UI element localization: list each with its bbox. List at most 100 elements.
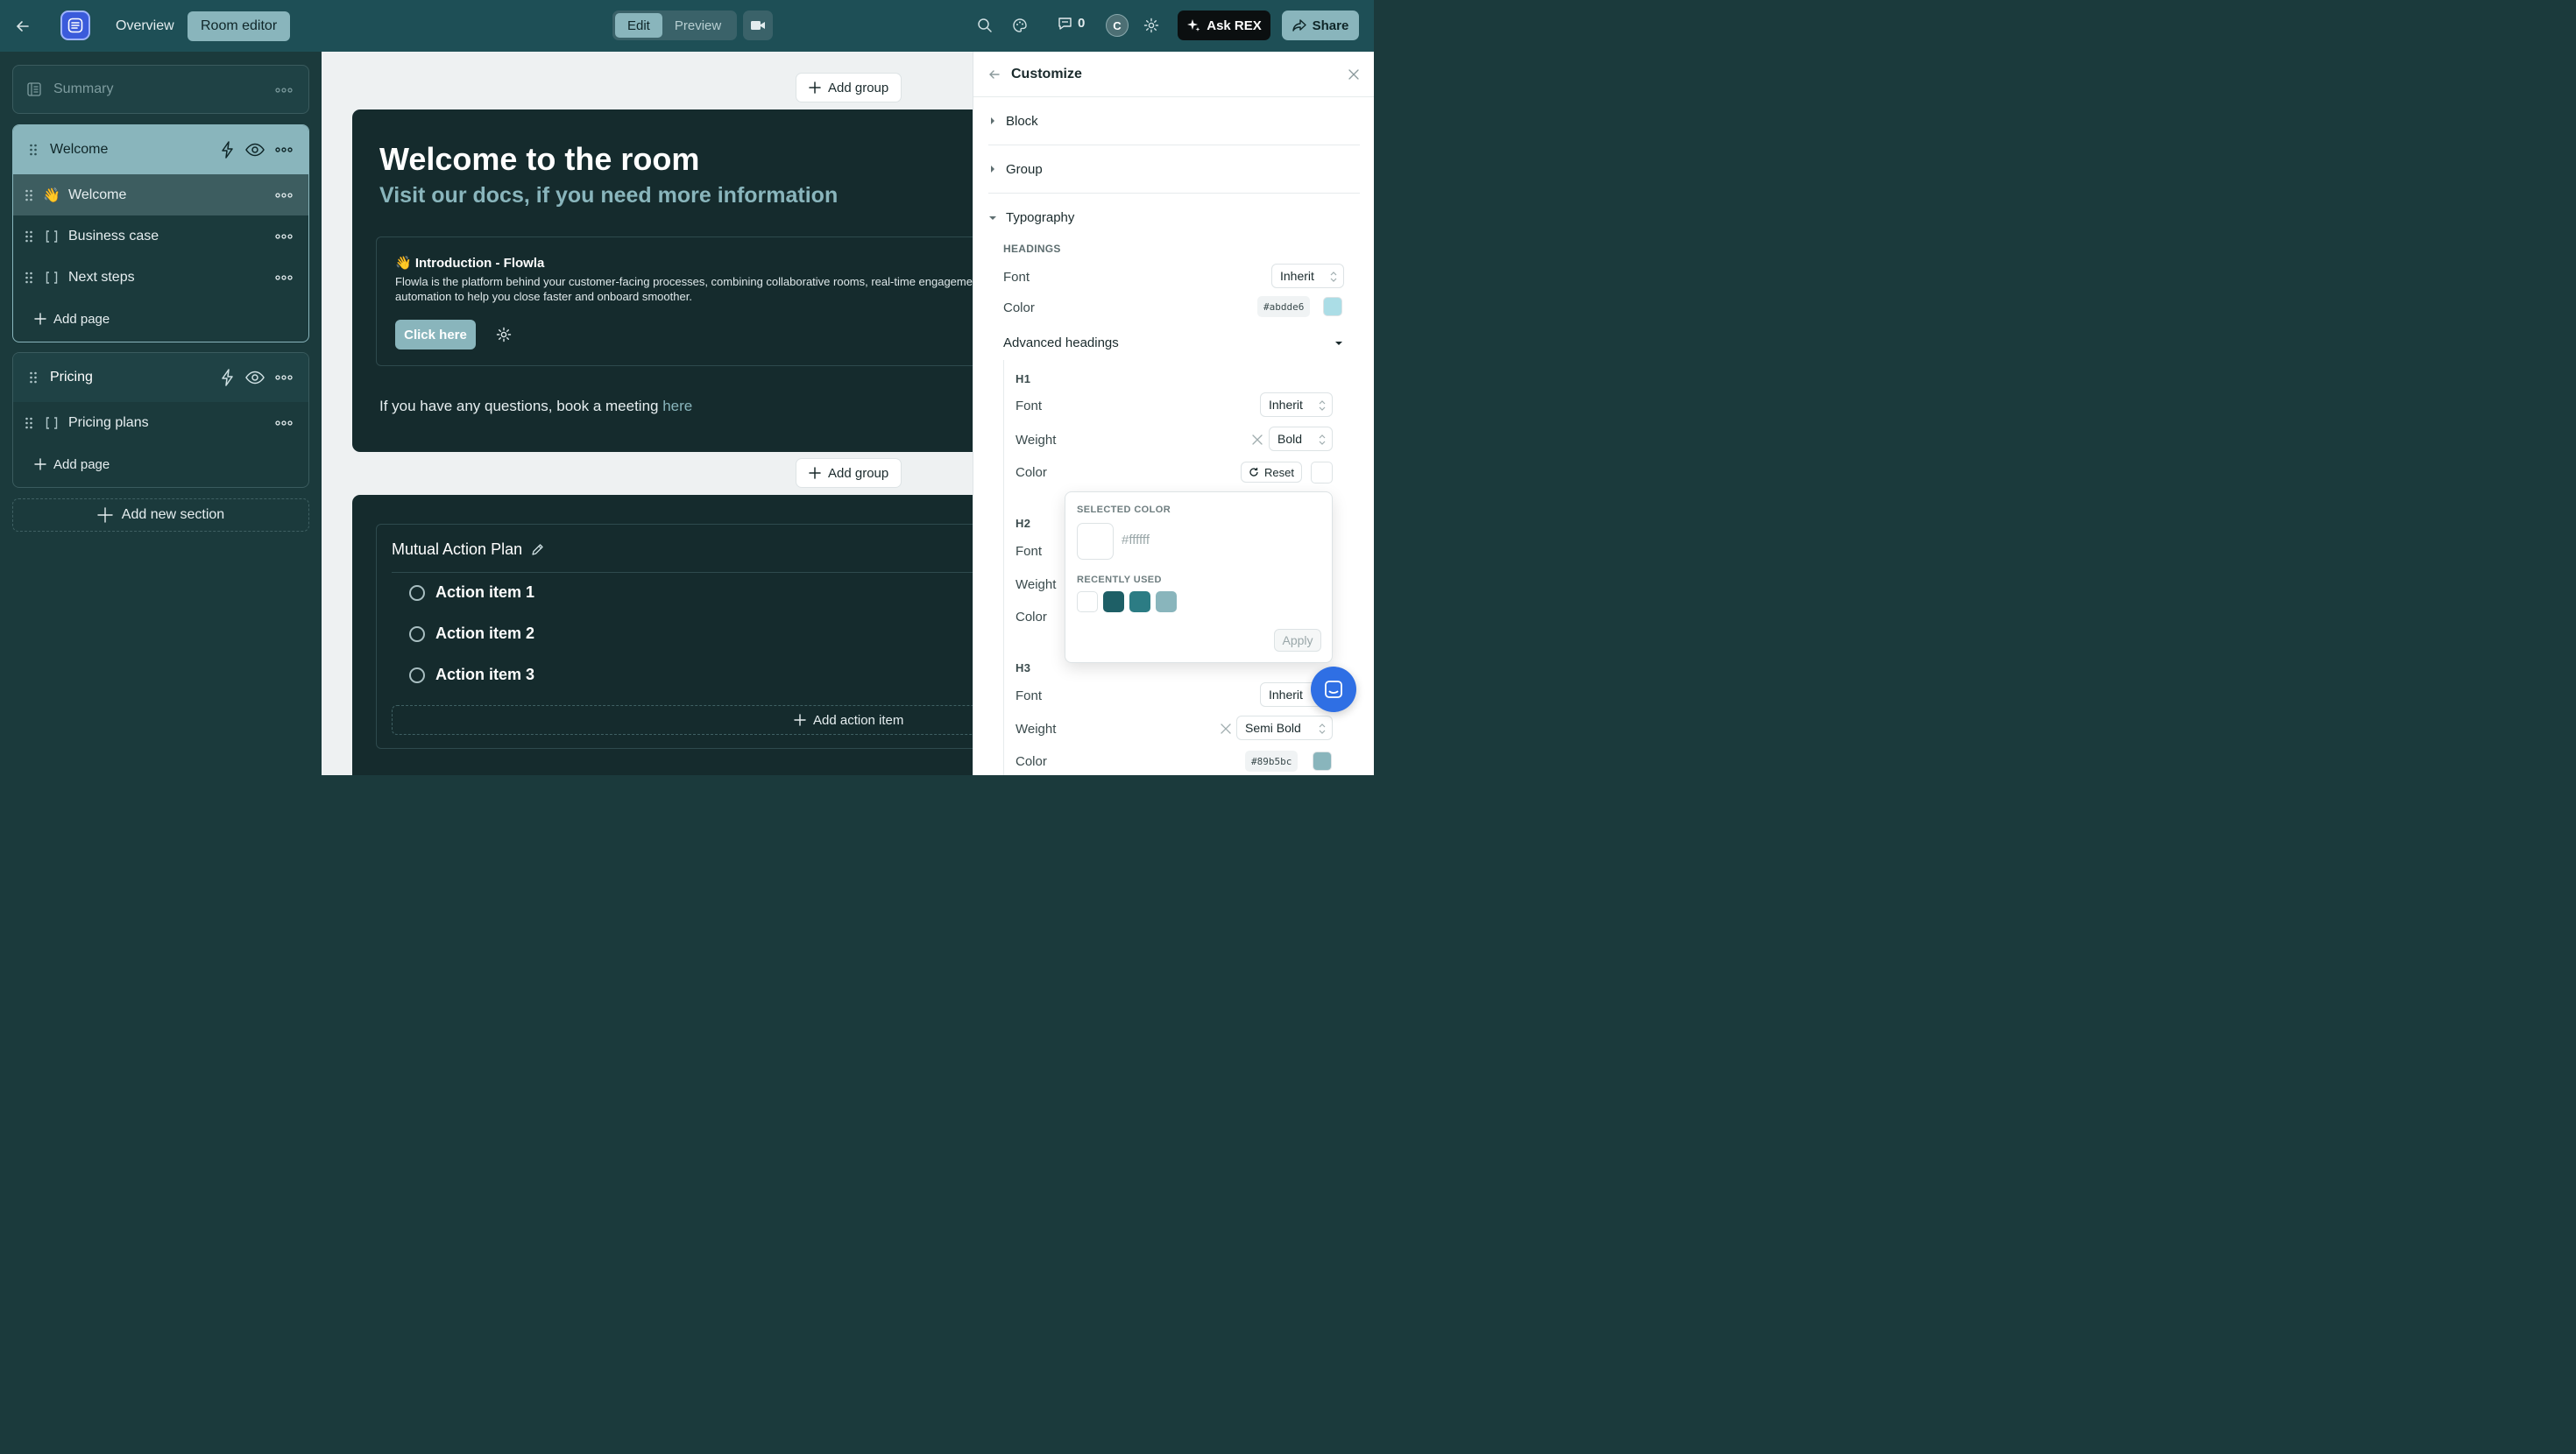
avatar[interactable]: C [1106, 14, 1129, 37]
sidebar-page-welcome[interactable]: 👋 Welcome [13, 174, 308, 215]
accordion-typography[interactable]: Typography [988, 194, 1360, 242]
section-header-pricing[interactable]: Pricing [13, 353, 308, 402]
collapse-arrow-icon[interactable] [988, 68, 1001, 81]
font-label: Font [1016, 399, 1043, 413]
close-icon[interactable] [1348, 69, 1359, 80]
recent-color-swatch[interactable] [1129, 591, 1150, 612]
welcome-group[interactable]: Welcome to the room Visit our docs, if y… [352, 109, 973, 452]
add-group-button[interactable]: Add group [796, 73, 902, 102]
recent-color-swatch[interactable] [1156, 591, 1177, 612]
app-logo[interactable] [60, 11, 90, 40]
search-icon[interactable] [976, 17, 994, 34]
action-checkbox[interactable] [409, 625, 425, 642]
weight-label: Weight [1016, 722, 1057, 737]
mode-toggle: Edit Preview [612, 11, 737, 40]
section-header-welcome[interactable]: Welcome [13, 125, 308, 174]
edit-mode-button[interactable]: Edit [615, 13, 662, 38]
ask-rex-label: Ask REX [1207, 18, 1262, 33]
chevron-down-icon[interactable] [1334, 339, 1343, 348]
click-here-button[interactable]: Click here [395, 320, 476, 349]
h1-weight-select[interactable]: Bold [1269, 427, 1333, 451]
comment-icon [1058, 17, 1072, 31]
more-dots-icon[interactable] [275, 374, 293, 381]
sidebar-page-next-steps[interactable]: Next steps [13, 257, 308, 298]
lightning-icon[interactable] [219, 141, 237, 159]
action-checkbox[interactable] [409, 584, 425, 601]
more-dots-icon[interactable] [275, 233, 293, 240]
h1-font-select[interactable]: Inherit [1260, 392, 1333, 417]
drag-handle-icon[interactable] [29, 143, 38, 157]
clear-icon[interactable] [1252, 434, 1263, 445]
clear-icon[interactable] [1221, 723, 1231, 734]
share-button[interactable]: Share [1282, 11, 1359, 40]
headings-color-swatch[interactable] [1323, 297, 1342, 316]
h3-weight-select[interactable]: Semi Bold [1236, 716, 1333, 740]
drag-handle-icon[interactable] [25, 271, 33, 285]
back-arrow-icon[interactable] [14, 18, 32, 35]
h3-color-hex[interactable]: #89b5bc [1245, 751, 1299, 772]
drag-handle-icon[interactable] [25, 416, 33, 430]
action-label: Action item 1 [435, 583, 535, 601]
more-dots-icon[interactable] [275, 146, 293, 153]
intro-title: 👋 Introduction - Flowla [395, 256, 545, 271]
sidebar-summary[interactable]: Summary [12, 65, 309, 114]
comments-button[interactable]: 0 [1058, 16, 1085, 31]
intro-block[interactable]: 👋 Introduction - Flowla Flowla is the pl… [376, 236, 973, 366]
updown-chevron-icon [1319, 723, 1326, 735]
add-page-button[interactable]: Add page [13, 443, 308, 485]
more-dots-icon[interactable] [275, 274, 293, 281]
reset-label: Reset [1264, 465, 1294, 479]
h1-color-swatch[interactable] [1311, 462, 1333, 483]
map-title: Mutual Action Plan [392, 540, 544, 559]
h3-color-swatch[interactable] [1313, 752, 1332, 771]
headings-font-select[interactable]: Inherit [1271, 264, 1344, 288]
video-button[interactable] [743, 11, 773, 40]
accordion-label: Group [1006, 161, 1043, 177]
recent-color-swatch[interactable] [1103, 591, 1124, 612]
font-label: Font [1016, 544, 1043, 559]
add-group-button[interactable]: Add group [796, 458, 902, 488]
palette-icon[interactable] [1011, 17, 1029, 34]
lightning-icon[interactable] [219, 369, 237, 386]
action-item[interactable]: Action item 2 [409, 625, 534, 643]
advanced-headings-label[interactable]: Advanced headings [1003, 335, 1119, 350]
preview-mode-button[interactable]: Preview [662, 13, 733, 38]
action-checkbox[interactable] [409, 667, 425, 683]
tab-room-editor[interactable]: Room editor [188, 11, 291, 41]
selected-color-preview[interactable] [1077, 523, 1114, 560]
chat-launcher-button[interactable] [1311, 667, 1356, 712]
sidebar-page-pricing-plans[interactable]: Pricing plans [13, 402, 308, 443]
drag-handle-icon[interactable] [25, 188, 33, 202]
selected-color-hex[interactable]: #ffffff [1122, 533, 1150, 547]
meeting-link[interactable]: here [662, 398, 692, 414]
more-dots-icon[interactable] [275, 192, 293, 199]
pencil-icon[interactable] [531, 543, 544, 556]
apply-button[interactable]: Apply [1274, 629, 1321, 652]
drag-handle-icon[interactable] [29, 371, 38, 385]
ask-rex-button[interactable]: Ask REX [1178, 11, 1270, 40]
accordion-group[interactable]: Group [988, 145, 1360, 194]
gear-icon[interactable] [1143, 17, 1160, 34]
add-new-section-button[interactable]: Add new section [12, 498, 309, 532]
action-plan-group[interactable]: Mutual Action Plan Action item 1 Action … [352, 495, 973, 775]
updown-chevron-icon [1330, 271, 1337, 283]
action-label: Action item 3 [435, 666, 535, 683]
more-dots-icon[interactable] [275, 87, 293, 94]
eye-icon[interactable] [245, 141, 265, 159]
headings-color-hex[interactable]: #abdde6 [1257, 296, 1311, 317]
more-dots-icon[interactable] [275, 420, 293, 427]
action-item[interactable]: Action item 3 [409, 666, 534, 684]
customize-panel: Customize Block Group Typography HEADING… [973, 52, 1374, 775]
summary-icon [27, 82, 41, 96]
drag-handle-icon[interactable] [25, 229, 33, 244]
sidebar-page-business-case[interactable]: Business case [13, 215, 308, 257]
add-action-item-button[interactable]: Add action item [392, 705, 973, 735]
tab-overview[interactable]: Overview [103, 11, 188, 41]
recent-color-swatch[interactable] [1077, 591, 1098, 612]
action-item[interactable]: Action item 1 [409, 583, 534, 602]
reset-color-button[interactable]: Reset [1241, 462, 1302, 483]
accordion-block[interactable]: Block [988, 97, 1360, 145]
gear-icon[interactable] [495, 326, 513, 343]
eye-icon[interactable] [245, 369, 265, 386]
add-page-button[interactable]: Add page [13, 298, 308, 340]
